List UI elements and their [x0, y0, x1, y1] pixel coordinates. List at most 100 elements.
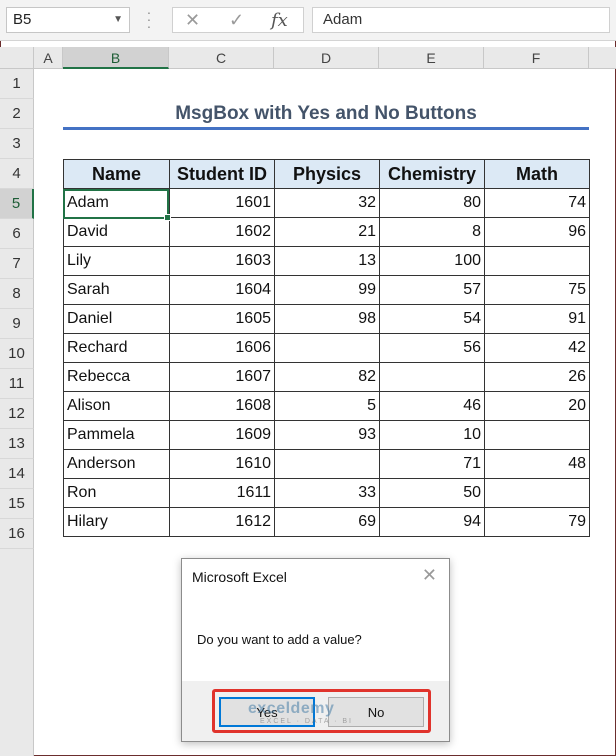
- chemistry-cell[interactable]: 100: [379, 246, 485, 276]
- name-cell[interactable]: Pammela: [63, 420, 170, 450]
- name-cell[interactable]: Hilary: [63, 507, 170, 537]
- name-cell[interactable]: Alison: [63, 391, 170, 421]
- column-header-b[interactable]: B: [63, 47, 169, 69]
- student-id-cell[interactable]: 1601: [169, 188, 275, 218]
- physics-cell[interactable]: 98: [274, 304, 380, 334]
- column-header-d[interactable]: D: [274, 47, 379, 69]
- sheet-title[interactable]: MsgBox with Yes and No Buttons: [64, 103, 588, 125]
- math-cell[interactable]: 42: [484, 333, 590, 363]
- enter-icon[interactable]: ✓: [229, 10, 244, 31]
- name-cell[interactable]: Rechard: [63, 333, 170, 363]
- math-cell[interactable]: 20: [484, 391, 590, 421]
- physics-cell[interactable]: 32: [274, 188, 380, 218]
- chemistry-cell[interactable]: 10: [379, 420, 485, 450]
- row-header-2[interactable]: 2: [0, 99, 34, 129]
- math-cell[interactable]: 74: [484, 188, 590, 218]
- math-cell[interactable]: 79: [484, 507, 590, 537]
- student-id-cell[interactable]: 1603: [169, 246, 275, 276]
- physics-cell[interactable]: 82: [274, 362, 380, 392]
- formula-input[interactable]: Adam: [312, 7, 610, 33]
- row-header-11[interactable]: 11: [0, 369, 34, 399]
- math-cell[interactable]: 75: [484, 275, 590, 305]
- student-id-cell[interactable]: 1606: [169, 333, 275, 363]
- math-cell[interactable]: 48: [484, 449, 590, 479]
- student-id-cell[interactable]: 1612: [169, 507, 275, 537]
- student-id-cell[interactable]: 1604: [169, 275, 275, 305]
- column-header-a[interactable]: A: [34, 47, 63, 69]
- row-header-3[interactable]: 3: [0, 129, 34, 159]
- student-id-cell[interactable]: 1605: [169, 304, 275, 334]
- name-cell[interactable]: Daniel: [63, 304, 170, 334]
- math-cell[interactable]: [484, 478, 590, 508]
- header-chemistry[interactable]: Chemistry: [379, 159, 485, 189]
- row-header-16[interactable]: 16: [0, 519, 34, 549]
- chemistry-cell[interactable]: 54: [379, 304, 485, 334]
- physics-cell[interactable]: 5: [274, 391, 380, 421]
- select-all-corner[interactable]: [0, 47, 34, 69]
- name-cell[interactable]: David: [63, 217, 170, 247]
- chemistry-cell[interactable]: 50: [379, 478, 485, 508]
- no-button[interactable]: No: [328, 697, 424, 727]
- name-cell[interactable]: Adam: [63, 188, 170, 218]
- chemistry-cell[interactable]: 71: [379, 449, 485, 479]
- name-cell[interactable]: Ron: [63, 478, 170, 508]
- name-cell[interactable]: Sarah: [63, 275, 170, 305]
- row-header-13[interactable]: 13: [0, 429, 34, 459]
- row-header-9[interactable]: 9: [0, 309, 34, 339]
- physics-cell[interactable]: 69: [274, 507, 380, 537]
- chemistry-cell[interactable]: 80: [379, 188, 485, 218]
- header-physics[interactable]: Physics: [274, 159, 380, 189]
- physics-cell[interactable]: [274, 449, 380, 479]
- chemistry-cell[interactable]: 57: [379, 275, 485, 305]
- header-name[interactable]: Name: [63, 159, 170, 189]
- name-box[interactable]: B5 ▼: [6, 7, 130, 33]
- row-header-4[interactable]: 4: [0, 159, 34, 189]
- row-header-8[interactable]: 8: [0, 279, 34, 309]
- chevron-down-icon[interactable]: ▼: [113, 8, 123, 32]
- math-cell[interactable]: 96: [484, 217, 590, 247]
- row-header-6[interactable]: 6: [0, 219, 34, 249]
- drag-handle-icon[interactable]: · · ·: [146, 5, 152, 33]
- chemistry-cell[interactable]: [379, 362, 485, 392]
- student-id-cell[interactable]: 1609: [169, 420, 275, 450]
- physics-cell[interactable]: 99: [274, 275, 380, 305]
- physics-cell[interactable]: 93: [274, 420, 380, 450]
- column-header-c[interactable]: C: [169, 47, 274, 69]
- chemistry-cell[interactable]: 94: [379, 507, 485, 537]
- table-row: Adam 1601 32 80 74: [63, 188, 590, 218]
- header-math[interactable]: Math: [484, 159, 590, 189]
- chemistry-cell[interactable]: 56: [379, 333, 485, 363]
- student-id-cell[interactable]: 1610: [169, 449, 275, 479]
- row-header-1[interactable]: 1: [0, 69, 34, 99]
- math-cell[interactable]: [484, 246, 590, 276]
- physics-cell[interactable]: 13: [274, 246, 380, 276]
- chemistry-cell[interactable]: 46: [379, 391, 485, 421]
- student-id-cell[interactable]: 1602: [169, 217, 275, 247]
- name-cell[interactable]: Anderson: [63, 449, 170, 479]
- name-cell[interactable]: Rebecca: [63, 362, 170, 392]
- physics-cell[interactable]: 33: [274, 478, 380, 508]
- student-id-cell[interactable]: 1608: [169, 391, 275, 421]
- row-header-15[interactable]: 15: [0, 489, 34, 519]
- row-header-7[interactable]: 7: [0, 249, 34, 279]
- physics-cell[interactable]: [274, 333, 380, 363]
- row-header-5[interactable]: 5: [0, 189, 34, 219]
- header-student-id[interactable]: Student ID: [169, 159, 275, 189]
- yes-button[interactable]: Yes: [219, 697, 315, 727]
- cancel-icon[interactable]: ✕: [185, 10, 200, 31]
- column-header-e[interactable]: E: [379, 47, 484, 69]
- math-cell[interactable]: 26: [484, 362, 590, 392]
- student-id-cell[interactable]: 1611: [169, 478, 275, 508]
- row-header-14[interactable]: 14: [0, 459, 34, 489]
- row-header-10[interactable]: 10: [0, 339, 34, 369]
- column-header-f[interactable]: F: [484, 47, 589, 69]
- row-header-12[interactable]: 12: [0, 399, 34, 429]
- insert-function-icon[interactable]: fx: [271, 10, 288, 31]
- close-icon[interactable]: ✕: [422, 565, 437, 586]
- student-id-cell[interactable]: 1607: [169, 362, 275, 392]
- physics-cell[interactable]: 21: [274, 217, 380, 247]
- name-cell[interactable]: Lily: [63, 246, 170, 276]
- math-cell[interactable]: 91: [484, 304, 590, 334]
- chemistry-cell[interactable]: 8: [379, 217, 485, 247]
- math-cell[interactable]: [484, 420, 590, 450]
